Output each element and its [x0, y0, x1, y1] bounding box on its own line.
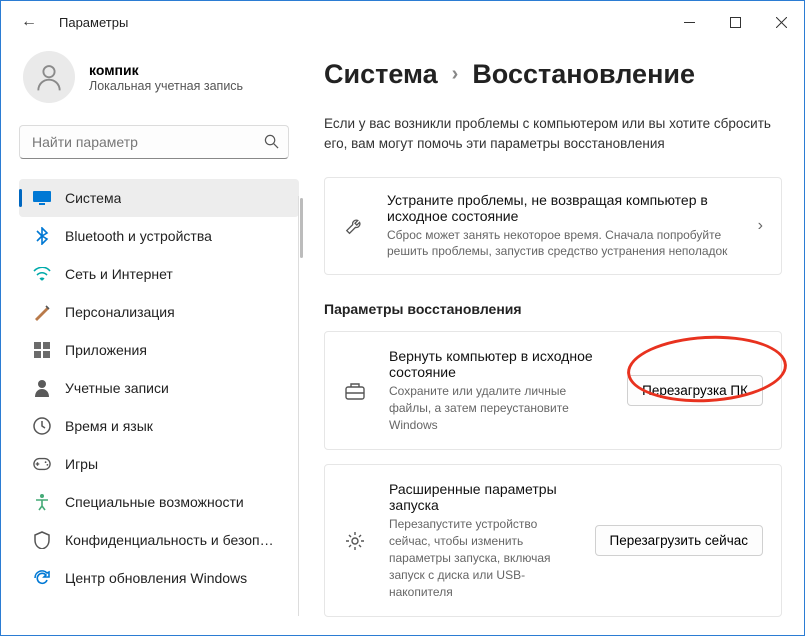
personalization-icon	[33, 303, 51, 321]
breadcrumb: Система › Восстановление	[324, 59, 782, 90]
network-icon	[33, 265, 51, 283]
sidebar-item-label: Время и язык	[65, 418, 153, 434]
search-icon	[264, 134, 279, 154]
option-button[interactable]: Перезагрузить сейчас	[595, 525, 763, 556]
option-button[interactable]: Перезагрузка ПК	[627, 375, 763, 406]
sidebar-item-label: Конфиденциальность и безопасность	[65, 532, 275, 548]
sidebar-item-privacy[interactable]: Конфиденциальность и безопасность	[19, 521, 299, 559]
privacy-icon	[33, 531, 51, 549]
sidebar-item-label: Игры	[65, 456, 98, 472]
accessibility-icon	[33, 493, 51, 511]
sidebar-item-label: Bluetooth и устройства	[65, 228, 212, 244]
option-desc: Перезапустите устройство сейчас, чтобы и…	[389, 516, 573, 600]
section-title: Параметры восстановления	[324, 301, 782, 317]
recovery-option: Расширенные параметры запускаПерезапусти…	[324, 464, 782, 617]
option-title: Расширенные параметры запуска	[389, 481, 573, 513]
sidebar-item-system[interactable]: Система	[19, 179, 299, 217]
time-icon	[33, 417, 51, 435]
tips-card-desc: Сброс может занять некоторое время. Снач…	[387, 227, 738, 261]
sidebar-item-personalization[interactable]: Персонализация	[19, 293, 299, 331]
option-icon	[343, 530, 367, 552]
close-button[interactable]	[758, 1, 804, 43]
page-description: Если у вас возникли проблемы с компьютер…	[324, 114, 782, 155]
account-type: Локальная учетная запись	[89, 79, 243, 93]
option-title: Вернуть компьютер в исходное состояние	[389, 348, 605, 380]
sidebar-item-gaming[interactable]: Игры	[19, 445, 299, 483]
sidebar-item-label: Специальные возможности	[65, 494, 244, 510]
sidebar-item-label: Сеть и Интернет	[65, 266, 173, 282]
update-icon	[33, 569, 51, 587]
bluetooth-icon	[33, 227, 51, 245]
option-icon	[343, 381, 367, 401]
sidebar-item-time[interactable]: Время и язык	[19, 407, 299, 445]
user-profile[interactable]: компик Локальная учетная запись	[19, 51, 306, 103]
wrench-icon	[343, 215, 367, 237]
sidebar-item-apps[interactable]: Приложения	[19, 331, 299, 369]
apps-icon	[33, 341, 51, 359]
chevron-right-icon: ›	[452, 63, 459, 86]
sidebar-item-bluetooth[interactable]: Bluetooth и устройства	[19, 217, 299, 255]
user-name: компик	[89, 62, 243, 78]
sidebar-item-label: Учетные записи	[65, 380, 169, 396]
sidebar-item-network[interactable]: Сеть и Интернет	[19, 255, 299, 293]
sidebar-scrollbar[interactable]	[300, 198, 303, 258]
sidebar-item-accounts[interactable]: Учетные записи	[19, 369, 299, 407]
sidebar-item-label: Персонализация	[65, 304, 175, 320]
sidebar-item-label: Центр обновления Windows	[65, 570, 247, 586]
breadcrumb-current: Восстановление	[472, 59, 695, 90]
tips-card[interactable]: Устраните проблемы, не возвращая компьют…	[324, 177, 782, 276]
breadcrumb-parent[interactable]: Система	[324, 59, 438, 90]
sidebar-item-accessibility[interactable]: Специальные возможности	[19, 483, 299, 521]
accounts-icon	[33, 379, 51, 397]
sidebar-divider	[298, 196, 299, 616]
sidebar-item-update[interactable]: Центр обновления Windows	[19, 559, 299, 597]
window-title: Параметры	[59, 15, 128, 30]
chevron-right-icon: ›	[758, 217, 763, 235]
minimize-button[interactable]	[666, 1, 712, 43]
tips-card-title: Устраните проблемы, не возвращая компьют…	[387, 192, 738, 224]
system-icon	[33, 189, 51, 207]
avatar-icon	[23, 51, 75, 103]
back-button[interactable]: ←	[21, 13, 37, 31]
gaming-icon	[33, 455, 51, 473]
search-input[interactable]	[19, 125, 289, 159]
recovery-option: Вернуть компьютер в исходное состояниеСо…	[324, 331, 782, 450]
sidebar-item-label: Приложения	[65, 342, 147, 358]
maximize-button[interactable]	[712, 1, 758, 43]
sidebar-item-label: Система	[65, 190, 121, 206]
option-desc: Сохраните или удалите личные файлы, а за…	[389, 383, 605, 433]
